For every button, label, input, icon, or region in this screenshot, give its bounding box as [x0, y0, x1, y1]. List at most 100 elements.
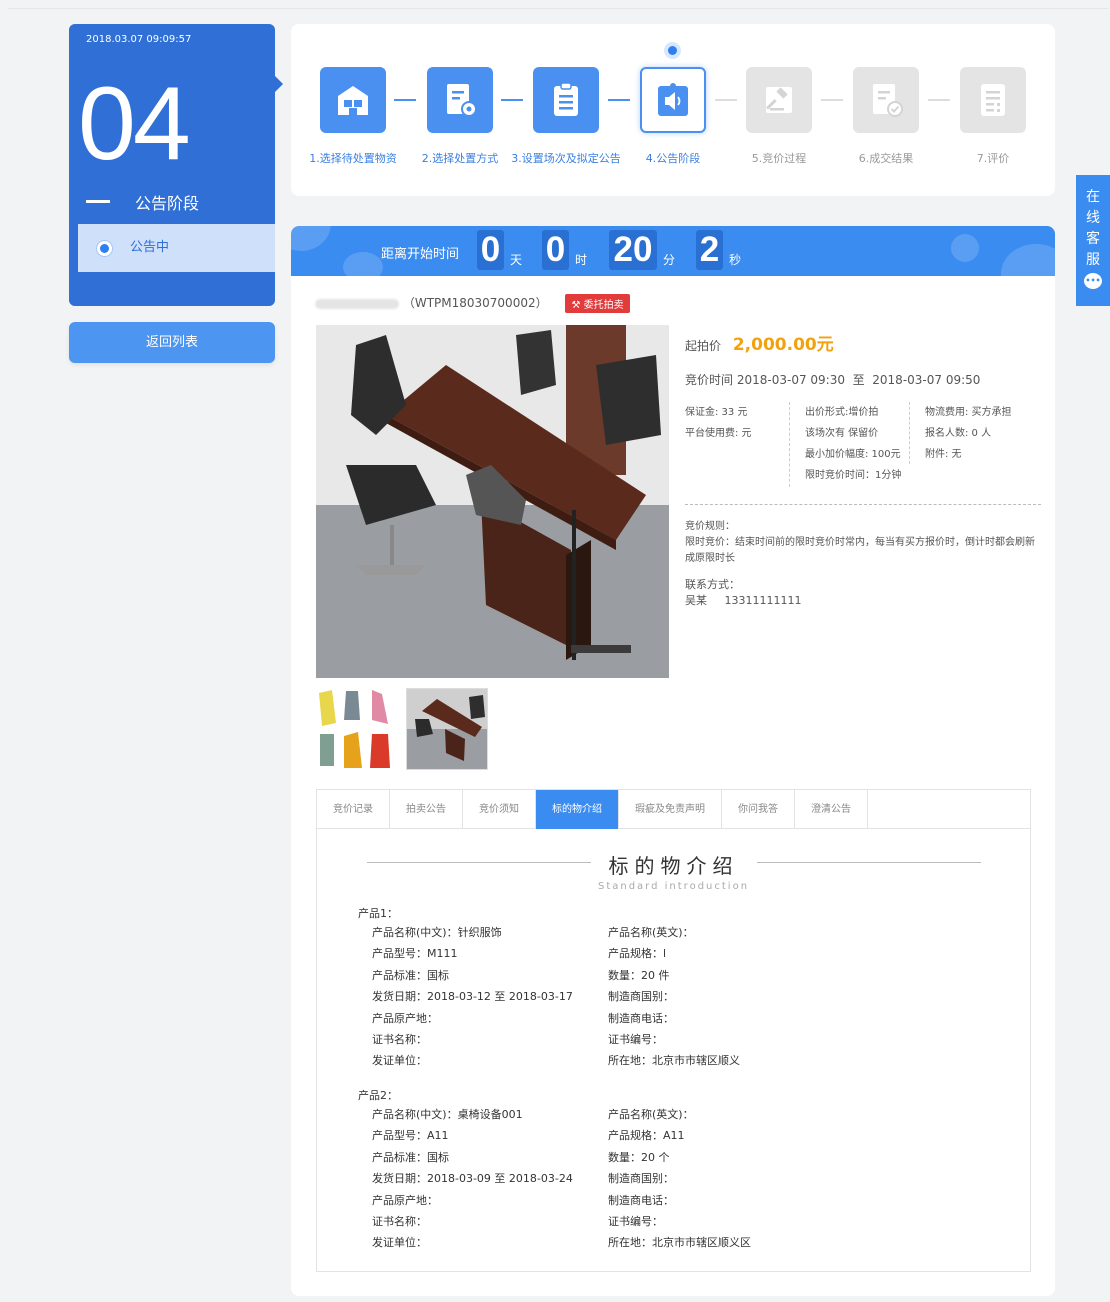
- lot-main-photo[interactable]: [316, 325, 669, 678]
- start-price-value: 2,000.00元: [732, 335, 834, 355]
- service-char: 在: [1086, 189, 1100, 205]
- lot-thumbnail-clothing[interactable]: [316, 688, 398, 770]
- countdown-minutes-unit: 分: [663, 253, 676, 267]
- countdown-minutes: 20: [609, 230, 657, 270]
- form-settings-icon: [427, 67, 493, 133]
- product-row: 产品型号：M111 产品规格：l: [372, 947, 667, 961]
- platform-fee-text: 平台使用费: 元: [685, 428, 752, 439]
- bid-time-label: 竞价时间: [685, 373, 734, 387]
- detail-tabs: 竞价记录 拍卖公告 竞价须知 标的物介绍 瑕疵及免责声明 你问我答 澄清公告 标…: [316, 789, 1031, 1272]
- countdown-seconds: 2: [696, 230, 723, 270]
- tab-bid-record[interactable]: 竞价记录: [317, 790, 390, 829]
- decor-bubble: [1001, 244, 1055, 276]
- online-service-button[interactable]: 在 线 客 服 •••: [1076, 175, 1110, 306]
- radio-selected-icon: [96, 240, 113, 257]
- decor-bubble: [343, 252, 383, 276]
- contact-name: 吴某: [685, 594, 707, 607]
- lot-name-blurred: [315, 298, 399, 309]
- countdown-hours-unit: 时: [575, 253, 588, 267]
- bid-form-text: 出价形式:增价拍: [805, 407, 879, 418]
- product-row: 证书名称： 证书编号：: [372, 1032, 663, 1046]
- countdown-seconds-unit: 秒: [729, 253, 742, 267]
- announcement-icon: [640, 67, 706, 133]
- product-row: 发证单位： 所在地：北京市市辖区顺义区: [372, 1236, 751, 1250]
- section-subtitle: Standard introduction: [597, 881, 750, 892]
- contact-title: 联系方式：: [685, 578, 740, 591]
- product-heading: 产品1：: [358, 907, 398, 920]
- section-title: 标的物介绍: [608, 854, 739, 878]
- progress-steps: 1.选择待处置物资 2.选择处置方式 3.设置场次及拟定公告 4.公告阶段 5.…: [291, 24, 1055, 196]
- bid-time-sep: 至: [852, 373, 865, 387]
- entrust-auction-badge: ⚒ 委托拍卖: [565, 294, 630, 313]
- info-divider: [685, 504, 1041, 505]
- service-char: 客: [1086, 231, 1100, 247]
- product-row: 证书名称： 证书编号：: [372, 1214, 663, 1228]
- product-heading: 产品2：: [358, 1089, 398, 1102]
- product-row: 产品原产地： 制造商电话：: [372, 1193, 674, 1207]
- stage-substatus[interactable]: 公告中: [78, 224, 275, 272]
- tab-clarification[interactable]: 澄清公告: [795, 790, 868, 829]
- deposit-text: 保证金: 33 元: [685, 407, 748, 418]
- document-check-icon: [853, 67, 919, 133]
- terms-col-1: 保证金: 33 元 平台使用费: 元: [685, 402, 752, 444]
- gavel-badge-icon: ⚒: [571, 300, 584, 311]
- registrants-text: 报名人数: 0 人: [925, 428, 992, 439]
- countdown-banner: 距离开始时间 0 天 0 时 20 分 2 秒: [291, 226, 1055, 276]
- tab-qa[interactable]: 你问我答: [722, 790, 795, 829]
- countdown-hours: 0: [542, 230, 569, 270]
- terms-col-2: 出价形式:增价拍 该场次有 保留价 最小加价幅度: 100元 限时竞价时间：1分…: [789, 402, 901, 487]
- warehouse-icon: [320, 67, 386, 133]
- tab-item-intro[interactable]: 标的物介绍: [536, 790, 619, 829]
- service-char: 线: [1086, 210, 1100, 226]
- stage-number: 04: [78, 66, 191, 182]
- bid-rules-text: 限时竞价：结束时间前的限时竞价时常内，每当有买方报价时，倒计时都会刷新成原限时长: [685, 537, 1035, 564]
- terms-col-3: 物流费用: 买方承担 报名人数: 0 人 附件: 无: [909, 402, 1012, 464]
- stage-datetime: 2018.03.07 09:09:57: [86, 34, 192, 45]
- product-row: 发证单位： 所在地：北京市市辖区顺义: [372, 1054, 740, 1068]
- time-limit-text: 限时竞价时间：1分钟: [805, 470, 902, 481]
- lot-title: （WTPM18030700002） ⚒ 委托拍卖: [315, 294, 630, 313]
- lot-thumbnail-desk[interactable]: [406, 688, 488, 770]
- decor-bubble: [951, 234, 979, 262]
- min-increment-text: 最小加价幅度: 100元: [805, 449, 901, 460]
- product-row: 产品原产地： 制造商电话：: [372, 1011, 674, 1025]
- product-row: 产品名称(中文)：桌椅设备001 产品名称(英文)：: [372, 1108, 694, 1121]
- lot-code: （WTPM18030700002）: [402, 296, 548, 310]
- product-row: 发货日期：2018-03-12 至 2018-03-17 制造商国别：: [372, 990, 674, 1004]
- back-to-list-button[interactable]: 返回列表: [69, 322, 275, 363]
- bid-time-row: 竞价时间 2018-03-07 09:30 至 2018-03-07 09:50: [685, 371, 1041, 388]
- service-char: 服: [1086, 252, 1100, 268]
- bid-time-end: 2018-03-07 09:50: [872, 373, 981, 387]
- countdown-days-unit: 天: [510, 253, 523, 267]
- rating-form-icon: [960, 67, 1026, 133]
- bid-time-start: 2018-03-07 09:30: [736, 373, 845, 387]
- decor-bubble: [291, 226, 331, 251]
- tab-auction-notice[interactable]: 拍卖公告: [390, 790, 463, 829]
- stage-substatus-label: 公告中: [130, 240, 170, 255]
- product-row: 产品名称(中文)：针织服饰 产品名称(英文)：: [372, 926, 694, 939]
- active-step-indicator-icon: [664, 42, 681, 59]
- auction-detail-card: 距离开始时间 0 天 0 时 20 分 2 秒 （WTPM18030700002…: [291, 226, 1055, 1296]
- step-7[interactable]: 7.评价: [928, 67, 1058, 166]
- stage-title-dash: [86, 200, 110, 203]
- countdown-label: 距离开始时间: [381, 247, 460, 262]
- gavel-icon: [746, 67, 812, 133]
- chat-bubble-icon: •••: [1084, 273, 1102, 289]
- stage-title: 公告阶段: [135, 194, 200, 213]
- section-heading: 标的物介绍 Standard introduction: [317, 850, 1030, 892]
- stage-card: 2018.03.07 09:09:57 04 公告阶段 公告中: [69, 24, 283, 306]
- start-price-label: 起拍价: [685, 339, 722, 353]
- step-7-label: 7.评价: [976, 152, 1010, 165]
- countdown-days: 0: [477, 230, 504, 270]
- lot-terms: 保证金: 33 元 平台使用费: 元 出价形式:增价拍 该场次有 保留价 最小加…: [685, 402, 1041, 492]
- start-price-row: 起拍价 2,000.00元: [685, 330, 1041, 355]
- tab-bid-notes[interactable]: 竞价须知: [463, 790, 536, 829]
- product-row: 发货日期：2018-03-09 至 2018-03-24 制造商国别：: [372, 1172, 674, 1186]
- reserve-price-text: 该场次有 保留价: [805, 428, 879, 439]
- tab-disclaimer[interactable]: 瑕疵及免责声明: [619, 790, 722, 829]
- product-row: 产品标准：国标 数量：20 个: [372, 1150, 670, 1164]
- product-2: 产品2： 产品名称(中文)：桌椅设备001 产品名称(英文)： 产品型号：A11 产…: [358, 1088, 992, 1254]
- attachment-text: 附件: 无: [925, 449, 962, 460]
- contact-info: 联系方式： 吴某 13311111111: [685, 577, 1041, 609]
- logistics-fee-text: 物流费用: 买方承担: [925, 407, 1012, 418]
